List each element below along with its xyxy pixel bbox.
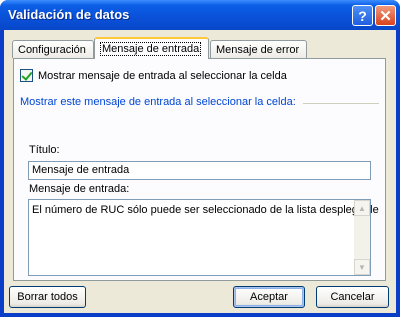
- tab-label: Mensaje de error: [216, 44, 300, 56]
- message-textarea-value: El número de RUC sólo puede ser seleccio…: [32, 204, 379, 216]
- tab-configuracion[interactable]: Configuración: [12, 40, 94, 58]
- tab-mensaje-de-error[interactable]: Mensaje de error: [210, 40, 307, 58]
- cancel-button[interactable]: Cancelar: [316, 286, 389, 308]
- title-input[interactable]: Mensaje de entrada: [28, 161, 371, 180]
- dialog-body: Configuración Mensaje de entrada Mensaje…: [4, 30, 396, 313]
- group-label: Mostrar este mensaje de entrada al selec…: [20, 96, 296, 108]
- group-divider: [303, 103, 379, 104]
- close-icon: ✕: [379, 7, 392, 25]
- tab-panel: Mostrar mensaje de entrada al selecciona…: [13, 58, 386, 281]
- show-message-option[interactable]: Mostrar mensaje de entrada al selecciona…: [20, 69, 287, 82]
- title-bar[interactable]: Validación de datos ? ✕: [0, 0, 400, 30]
- window-title: Validación de datos: [8, 7, 130, 22]
- dialog-window: Validación de datos ? ✕ Configuración Me…: [0, 0, 400, 317]
- clear-all-label: Borrar todos: [17, 291, 78, 303]
- title-input-value: Mensaje de entrada: [32, 164, 130, 176]
- show-message-checkbox-label: Mostrar mensaje de entrada al selecciona…: [38, 69, 287, 82]
- message-textarea[interactable]: El número de RUC sólo puede ser seleccio…: [28, 199, 379, 276]
- tab-mensaje-de-entrada[interactable]: Mensaje de entrada: [94, 37, 209, 59]
- message-label: Mensaje de entrada:: [29, 183, 130, 195]
- ok-label: Aceptar: [250, 291, 288, 303]
- message-scrollbar[interactable]: ▲ ▼: [354, 200, 370, 275]
- show-message-checkbox[interactable]: [20, 69, 33, 82]
- scroll-up-arrow-icon[interactable]: ▲: [354, 200, 370, 216]
- cancel-label: Cancelar: [330, 291, 375, 303]
- title-label: Título:: [29, 144, 60, 156]
- tab-label: Configuración: [18, 44, 86, 56]
- tab-label: Mensaje de entrada: [100, 42, 202, 56]
- help-button[interactable]: ?: [352, 5, 373, 26]
- help-icon: ?: [358, 7, 367, 24]
- close-button[interactable]: ✕: [375, 5, 396, 26]
- ok-button[interactable]: Aceptar: [233, 286, 305, 308]
- scroll-down-arrow-icon[interactable]: ▼: [354, 259, 370, 275]
- clear-all-button[interactable]: Borrar todos: [9, 286, 86, 308]
